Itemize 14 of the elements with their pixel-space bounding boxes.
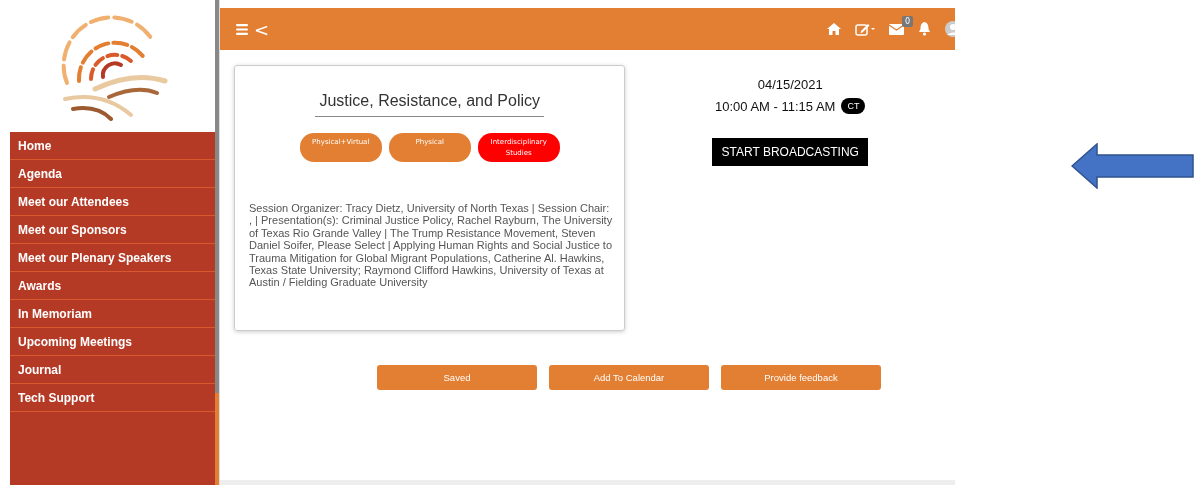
mail-icon[interactable] xyxy=(889,23,904,35)
home-icon[interactable] xyxy=(827,23,841,35)
bell-icon[interactable] xyxy=(918,22,931,36)
session-time: 10:00 AM - 11:15 AM xyxy=(715,98,836,114)
session-description: Session Organizer: Tracy Dietz, University of North Texas | Session Chair: , | Presentation(s): Criminal Justice Policy, Rachel Rayburn, The University of Texas Rio Grande Valley | The Trump Resistance Movement, Steven Daniel Soifer, Please Select | Applying Human Rights and Social Justice to Trauma Mitigation for Global Migrant Populations, Catherine Al. Hawkins, Texas State University; Raymond Clifford Hawkins, University of Texas at Austin / Fielding Graduate University xyxy=(249,202,613,289)
broadcast-button[interactable]: START BROADCASTING xyxy=(712,138,869,166)
menu-icon[interactable] xyxy=(236,23,248,35)
arrow-icon xyxy=(1071,143,1195,189)
avatar-icon[interactable] xyxy=(945,21,955,37)
timezone-badge: CT xyxy=(841,98,866,114)
session-date: 04/15/2021 xyxy=(757,77,823,92)
edit-icon[interactable] xyxy=(855,22,875,36)
session-title: Justice, Resistance, and Policy xyxy=(315,92,544,117)
count-badge: 0 xyxy=(901,15,913,27)
